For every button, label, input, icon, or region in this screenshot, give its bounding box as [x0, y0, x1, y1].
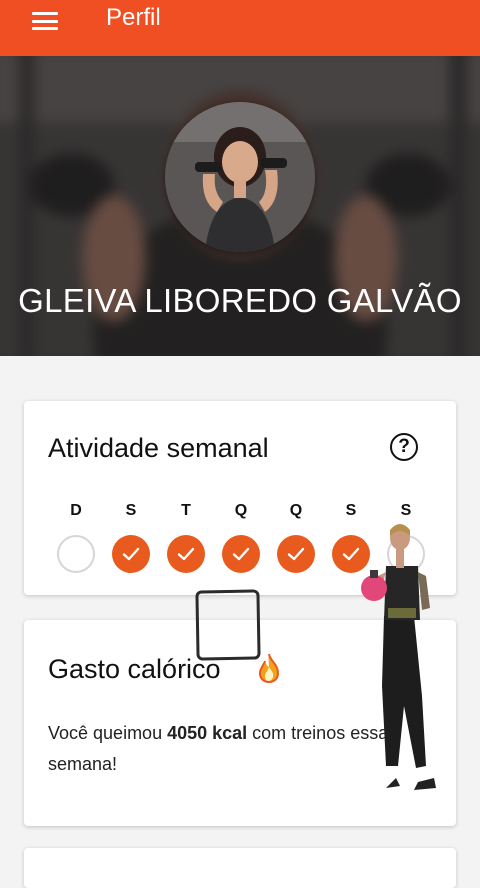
next-card [24, 848, 456, 888]
day-checked[interactable] [112, 535, 150, 573]
day-monday: S [111, 502, 151, 573]
calories-text-before: Você queimou [48, 723, 168, 743]
day-checked[interactable] [167, 535, 205, 573]
day-unchecked[interactable] [57, 535, 95, 573]
day-wednesday: Q [221, 502, 261, 573]
menu-icon[interactable] [28, 8, 62, 34]
day-label: T [181, 502, 191, 519]
app-bar: Perfil [0, 0, 480, 56]
drawn-rectangle-annotation [195, 589, 261, 661]
profile-header: GLEIVA LIBOREDO GALVÃO [0, 56, 480, 356]
day-checked[interactable] [277, 535, 315, 573]
help-circle-icon[interactable]: ? [390, 433, 418, 461]
day-checked[interactable] [222, 535, 260, 573]
flame-icon [258, 653, 280, 684]
day-thursday: Q [276, 502, 316, 573]
check-icon [287, 547, 305, 561]
calories-value: 4050 kcal [167, 723, 248, 743]
check-icon [177, 547, 195, 561]
weekly-activity-title: Atividade semanal [48, 433, 269, 463]
avatar[interactable] [165, 102, 315, 252]
page-title: Perfil [106, 4, 161, 31]
check-icon [232, 547, 250, 561]
day-label: Q [289, 502, 303, 519]
day-tuesday: T [166, 502, 206, 573]
avatar-image [165, 102, 315, 252]
calories-title: Gasto calórico [48, 654, 221, 684]
day-label: Q [234, 502, 248, 519]
day-sunday: D [56, 502, 96, 573]
fitness-woman-sticker [361, 524, 436, 790]
day-label: D [70, 502, 82, 519]
day-label: S [125, 502, 137, 519]
profile-name: GLEIVA LIBOREDO GALVÃO [18, 282, 462, 319]
check-icon [122, 547, 140, 561]
